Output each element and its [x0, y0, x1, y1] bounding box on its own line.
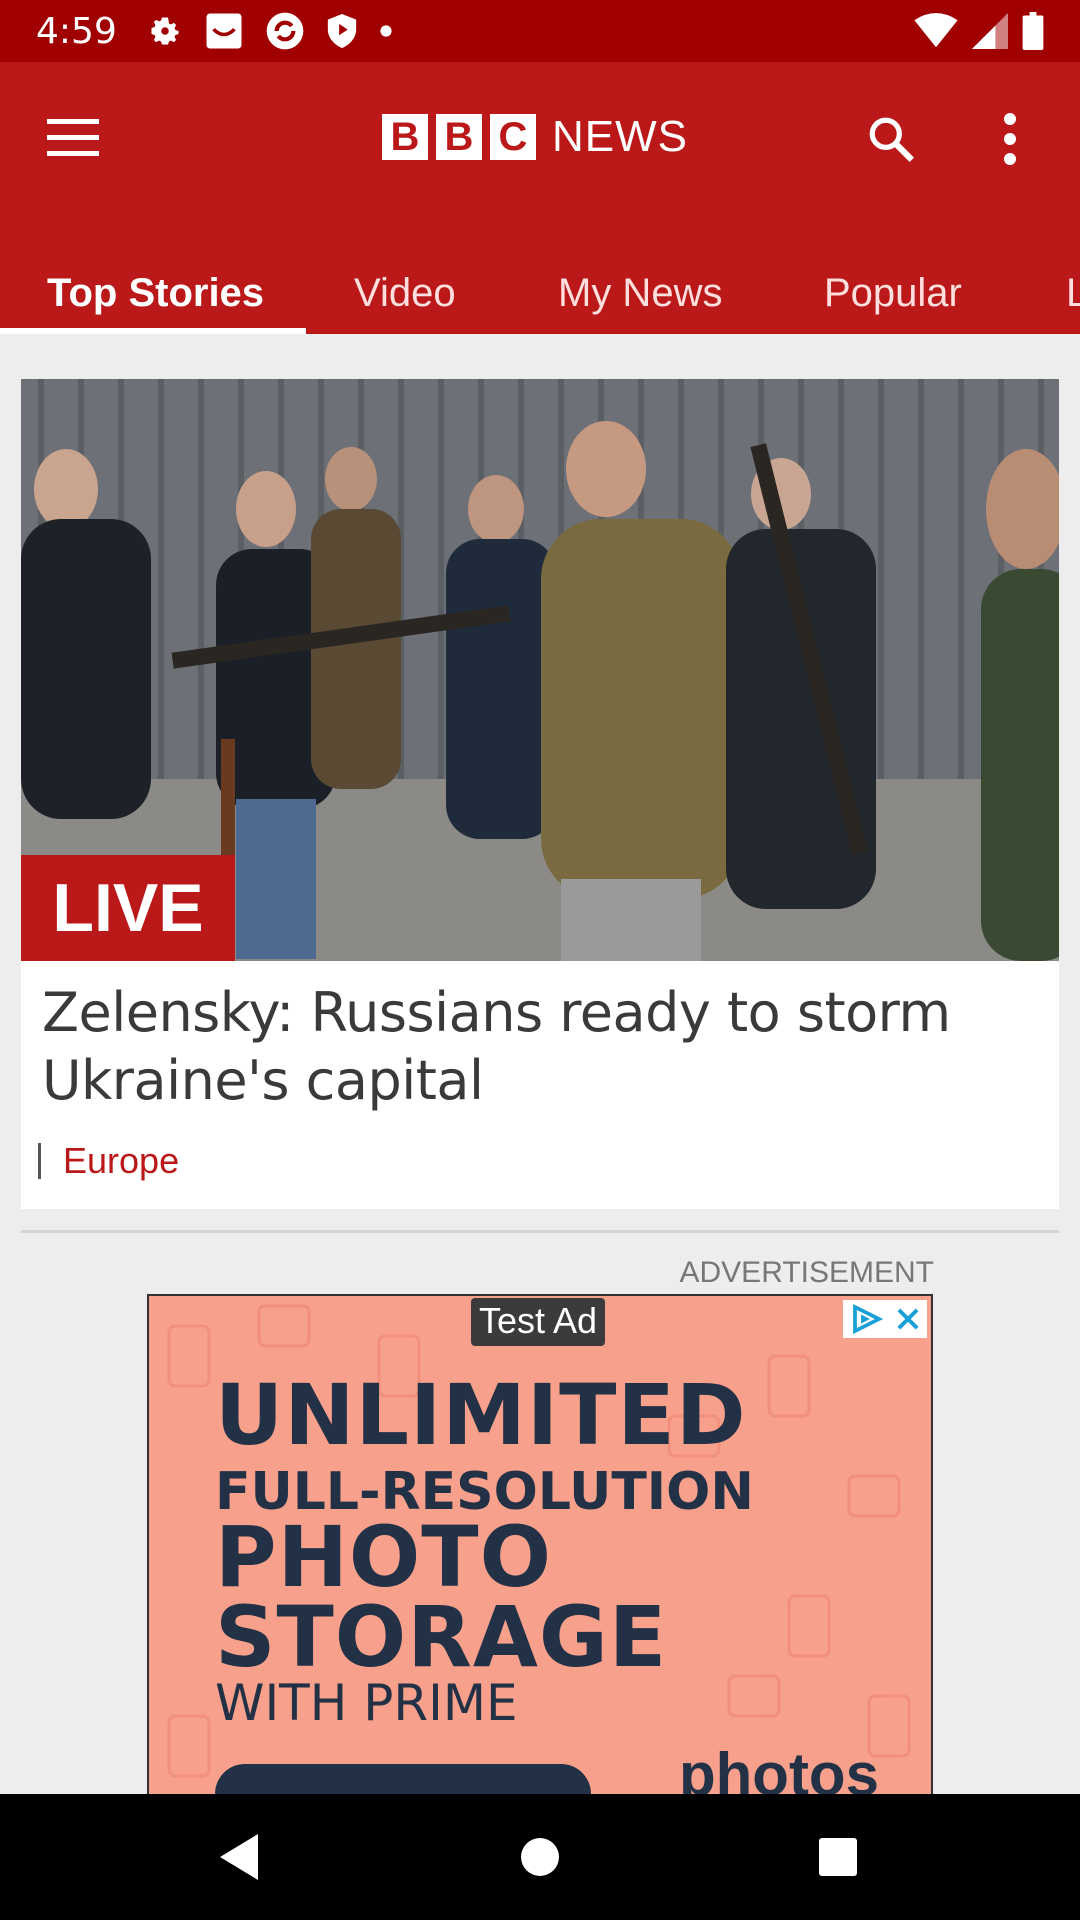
ad-close-button[interactable] — [889, 1300, 927, 1338]
home-button[interactable] — [480, 1794, 600, 1920]
story-headline[interactable]: Zelensky: Russians ready to storm Ukrain… — [42, 979, 1032, 1115]
story-card[interactable]: LIVE Zelensky: Russians ready to storm U… — [21, 379, 1059, 1209]
story-image: LIVE — [21, 379, 1059, 961]
app-bar: B B C NEWS Top Stories Video My News Pop… — [0, 62, 1080, 334]
hamburger-menu-button[interactable] — [40, 110, 106, 166]
back-button[interactable] — [178, 1794, 298, 1920]
tab-popular[interactable]: Popular — [824, 252, 962, 334]
ad-cta-button[interactable] — [215, 1764, 591, 1794]
search-icon — [869, 117, 915, 163]
close-icon — [897, 1308, 919, 1330]
ad-choices-icon — [853, 1304, 884, 1334]
home-icon — [521, 1838, 559, 1876]
logo-letter: B — [382, 114, 428, 160]
story-section-link[interactable]: Europe — [63, 1140, 179, 1182]
tab-more[interactable]: L — [1066, 252, 1080, 334]
dot-icon — [380, 25, 392, 37]
shield-icon — [327, 14, 357, 48]
search-button[interactable] — [862, 110, 920, 168]
tab-top-stories[interactable]: Top Stories — [47, 252, 264, 334]
signal-icon — [972, 13, 1008, 49]
wifi-icon — [914, 13, 958, 48]
tab-my-news[interactable]: My News — [558, 252, 722, 334]
mail-icon — [206, 13, 242, 49]
back-icon — [220, 1834, 258, 1880]
ad-brand-text: photos — [679, 1741, 879, 1794]
ad-choices-button[interactable] — [843, 1300, 891, 1338]
logo-news-text: NEWS — [552, 112, 688, 161]
recents-icon — [819, 1838, 857, 1876]
more-options-button[interactable] — [990, 108, 1030, 170]
hamburger-menu-icon — [47, 119, 99, 156]
live-badge: LIVE — [21, 855, 235, 961]
notification-icons — [147, 10, 393, 52]
sync-icon — [266, 12, 304, 50]
recents-button[interactable] — [778, 1794, 898, 1920]
ad-headline-line: UNLIMITED — [215, 1366, 747, 1464]
battery-icon — [1022, 12, 1044, 50]
system-navigation-bar — [0, 1794, 1080, 1920]
more-vert-icon — [1004, 113, 1016, 165]
advertisement-banner[interactable]: Test Ad UNLIMITED FULL-RESOLUTION PHOTO … — [147, 1294, 933, 1794]
system-icons — [914, 12, 1044, 50]
logo-letter: C — [490, 114, 536, 160]
ad-headline-line: WITH PRIME — [215, 1674, 518, 1732]
test-ad-label: Test Ad — [471, 1298, 606, 1346]
logo-letter: B — [436, 114, 482, 160]
advertisement-label: ADVERTISEMENT — [679, 1256, 935, 1289]
story-meta: Europe — [38, 1140, 179, 1182]
tab-video[interactable]: Video — [354, 252, 456, 334]
status-time: 4:59 — [36, 10, 117, 52]
ad-headline-line: STORAGE — [215, 1588, 668, 1686]
status-bar: 4:59 — [0, 0, 1080, 62]
meta-divider — [38, 1143, 41, 1179]
bbc-news-logo: B B C NEWS — [382, 112, 688, 162]
feed-divider — [21, 1230, 1059, 1233]
tab-bar: Top Stories Video My News Popular L — [0, 252, 1080, 334]
gear-icon — [151, 17, 179, 45]
tab-indicator — [0, 328, 306, 334]
